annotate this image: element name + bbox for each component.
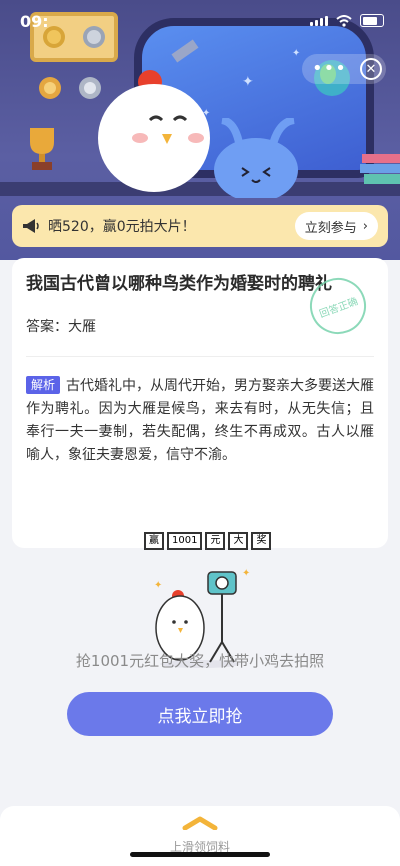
banner-text: 晒520，赢0元拍大片！ bbox=[48, 219, 196, 235]
feed-drawer-footer[interactable]: 上滑领饲料 bbox=[0, 806, 400, 866]
promo-text: 抢1001元红包大奖，快带小鸡去拍照 bbox=[75, 652, 325, 670]
chevron-up-icon bbox=[182, 816, 218, 830]
blue-creature bbox=[214, 118, 298, 198]
svg-text:✦: ✦ bbox=[292, 48, 300, 59]
explanation-tag: 解析 bbox=[26, 376, 61, 394]
close-icon[interactable]: ✕ bbox=[360, 58, 382, 80]
grab-now-button[interactable]: 点我立即抢 bbox=[67, 692, 333, 736]
explanation-text: 古代婚礼中，从周代开始，男方娶亲大多要送大雁作为聘礼。因为大雁是候鸟，来去有时，… bbox=[26, 378, 375, 463]
photo-promo-illustration: 赢 1001 元 大 奖 ✦ ✦ bbox=[0, 520, 400, 670]
wifi-icon bbox=[336, 14, 352, 27]
promo-banner[interactable]: 晒520，赢0元拍大片！ 立刻参与 › bbox=[12, 205, 388, 247]
home-indicator bbox=[130, 852, 270, 857]
gold-medal-icon bbox=[39, 77, 61, 99]
divider bbox=[26, 356, 374, 357]
prize-sign: 赢 1001 元 大 奖 bbox=[144, 532, 272, 550]
answer-value: 大雁 bbox=[68, 319, 96, 335]
answer-label: 答案： bbox=[26, 319, 68, 335]
join-now-button[interactable]: 立刻参与 › bbox=[294, 212, 378, 240]
signal-icon bbox=[310, 15, 328, 26]
prize-sign-char: 赢 bbox=[144, 532, 164, 550]
battery-icon bbox=[360, 14, 384, 27]
question-card: 我国古代曾以哪种鸟类作为婚娶时的聘礼 答案：大雁 回答正确 解析 古代婚礼中，从周… bbox=[12, 258, 388, 548]
prize-sign-char: 奖 bbox=[251, 532, 272, 550]
status-bar: 09: bbox=[0, 0, 400, 44]
explanation: 解析 古代婚礼中，从周代开始，男方娶亲大多要送大雁作为聘礼。因为大雁是候鸟，来去有… bbox=[26, 375, 374, 467]
more-icon[interactable]: ••• bbox=[312, 60, 347, 78]
mini-program-capsule: ••• ✕ bbox=[302, 54, 386, 84]
join-now-label: 立刻参与 bbox=[304, 220, 357, 236]
svg-text:✦: ✦ bbox=[242, 568, 250, 579]
trophy-icon bbox=[30, 128, 54, 170]
books-icon bbox=[360, 154, 400, 184]
prize-sign-char: 大 bbox=[228, 532, 249, 550]
status-time: 09: bbox=[20, 12, 49, 31]
svg-text:✦: ✦ bbox=[242, 74, 254, 90]
svg-text:✦: ✦ bbox=[154, 580, 162, 591]
megaphone-icon bbox=[23, 219, 39, 233]
prize-sign-char: 元 bbox=[205, 532, 226, 550]
chevron-right-icon: › bbox=[362, 218, 368, 234]
prize-sign-char: 1001 bbox=[167, 532, 203, 550]
